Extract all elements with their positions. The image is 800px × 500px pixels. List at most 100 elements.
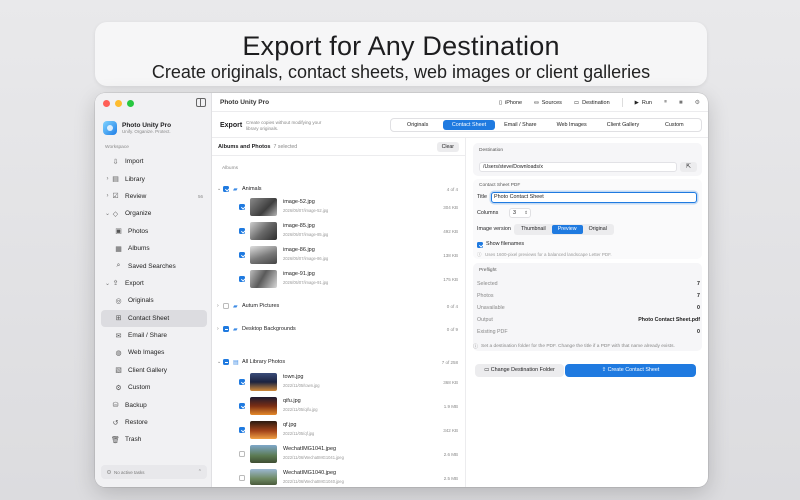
destination-button[interactable]: ▭ Destination [574, 100, 610, 106]
sidebar-item-export[interactable]: ⌄ ⇪ Export [101, 275, 207, 292]
tab-email-share[interactable]: Email / Share [495, 120, 546, 130]
sidebar-item-albums[interactable]: ▦ Albums [101, 240, 207, 257]
version-preview[interactable]: Preview [551, 225, 583, 234]
list-item[interactable]: qifu.jpg 2022/11/05/qifu.jpg 1.9 MB [212, 395, 466, 417]
file-name: image-85.jpg [283, 223, 315, 229]
photo-checkbox[interactable] [239, 228, 245, 234]
list-item[interactable]: town.jpg 2022/11/05/town.jpg 368 KB [212, 371, 466, 393]
tab-custom[interactable]: Custom [649, 120, 700, 130]
chevron-right-icon[interactable]: › [217, 303, 219, 309]
list-item[interactable]: qf.jpg 2022/11/05/qf.jpg 342 KB [212, 419, 466, 441]
originals-icon: ◎ [115, 297, 122, 305]
list-item[interactable]: image-85.jpg 2026/05/07/image-85.jpg 492… [212, 220, 466, 242]
tab-originals[interactable]: Originals [392, 120, 443, 130]
restore-icon: ↺ [112, 419, 119, 427]
album-checkbox[interactable] [223, 186, 229, 192]
iphone-button[interactable]: ▯ iPhone [499, 100, 522, 106]
sidebar-item-web-images[interactable]: ◍ Web Images [101, 344, 207, 361]
sidebar-item-contact-sheet[interactable]: ⊞ Contact Sheet [101, 309, 207, 327]
tab-web-images[interactable]: Web Images [546, 120, 597, 130]
album-checkbox[interactable] [223, 326, 229, 332]
folder-icon: ▭ [484, 367, 491, 373]
list-item[interactable]: image-91.jpg 2026/05/07/image-91.jpg 175… [212, 268, 466, 290]
gear-icon[interactable]: ⚙ [695, 99, 700, 106]
review-count: 56 [197, 193, 203, 199]
list-item[interactable]: image-86.jpg 2026/05/07/image-86.jpg 138… [212, 244, 466, 266]
selected-count: 7 selected [273, 143, 298, 150]
sidebar-item-backup[interactable]: ⛁ Backup [101, 396, 207, 413]
version-original[interactable]: Original [583, 225, 613, 234]
pause-icon[interactable]: ⏸ [664, 99, 667, 106]
mail-icon: ✉ [115, 332, 122, 340]
window-controls [103, 100, 134, 107]
backup-icon: ⛁ [112, 402, 119, 410]
album-row-animals[interactable]: ⌄ ▰ Animals 4 of 4 [212, 184, 466, 194]
clear-button[interactable]: Clear [436, 142, 459, 152]
change-destination-button[interactable]: ▭ Change Destination Folder [475, 364, 564, 377]
chevron-down-icon[interactable]: ⌄ [104, 280, 111, 287]
photo-thumbnail [250, 397, 277, 415]
list-item[interactable]: WechatIMG1041.jpeg 2022/11/06/WechatIMG1… [212, 443, 466, 465]
show-filenames-checkbox[interactable] [477, 242, 483, 248]
chevron-down-icon[interactable]: ⌄ [217, 359, 221, 365]
sidebar-item-organize[interactable]: ⌄ ◇ Organize [101, 205, 207, 222]
chevron-down-icon[interactable]: ⌄ [104, 210, 111, 217]
photo-checkbox[interactable] [239, 252, 245, 258]
promo-banner: Export for Any Destination Create origin… [95, 22, 707, 86]
album-row-desktop-backgrounds[interactable]: › ▰ Desktop Backgrounds 0 of 9 [212, 324, 466, 334]
page-description: Create copies without modifying your lib… [246, 120, 322, 131]
close-window-button[interactable] [103, 100, 110, 107]
destination-card: Destination /Users/steve/Downloads/x ⇱ [473, 143, 702, 176]
album-row-autum-pictures[interactable]: › ▰ Autum Pictures 0 of 4 [212, 301, 466, 311]
run-button[interactable]: ▶ Run [635, 100, 652, 106]
photo-checkbox[interactable] [239, 475, 245, 481]
minimize-window-button[interactable] [115, 100, 122, 107]
columns-stepper[interactable]: 3 ⇕ [509, 208, 531, 218]
file-name: town.jpg [283, 374, 304, 380]
zoom-window-button[interactable] [127, 100, 134, 107]
sidebar-item-client-gallery[interactable]: ▧ Client Gallery [101, 362, 207, 379]
list-item[interactable]: image-52.jpg 2026/05/07/image-52.jpg 304… [212, 196, 466, 218]
sidebar-item-restore[interactable]: ↺ Restore [101, 414, 207, 431]
sidebar-item-library[interactable]: › ▤ Library [101, 170, 207, 187]
sidebar-item-saved-searches[interactable]: ⌕ Saved Searches [101, 257, 207, 274]
tab-client-gallery[interactable]: Client Gallery [597, 120, 648, 130]
file-size: 368 KB [443, 380, 458, 385]
open-folder-button[interactable]: ⇱ [680, 162, 697, 172]
chevron-right-icon[interactable]: › [217, 326, 219, 332]
photo-checkbox[interactable] [239, 403, 245, 409]
chevron-updown-icon: ⇕ [524, 210, 528, 215]
sidebar-item-review[interactable]: › ☑ Review 56 [101, 188, 207, 205]
album-row-all-library-photos[interactable]: ⌄ ▤ All Library Photos 7 of 258 [212, 357, 466, 367]
photo-checkbox[interactable] [239, 204, 245, 210]
album-checkbox[interactable] [223, 303, 229, 309]
sidebar-item-import[interactable]: ⇩ Import [101, 153, 207, 170]
album-checkbox[interactable] [223, 359, 229, 365]
album-name: Desktop Backgrounds [242, 326, 296, 332]
stop-icon[interactable]: ■ [679, 100, 683, 106]
photo-checkbox[interactable] [239, 379, 245, 385]
chevron-up-icon[interactable]: ⌃ [198, 469, 202, 475]
chevron-down-icon[interactable]: ⌄ [217, 186, 221, 192]
destination-label: Destination [479, 148, 503, 153]
photo-checkbox[interactable] [239, 427, 245, 433]
photo-checkbox[interactable] [239, 276, 245, 282]
photo-thumbnail [250, 445, 277, 463]
sidebar-item-originals[interactable]: ◎ Originals [101, 292, 207, 309]
task-status[interactable]: No active tasks ⌃ [101, 465, 207, 479]
tab-contact-sheet[interactable]: Contact Sheet [443, 120, 495, 130]
list-item[interactable]: WechatIMG1040.jpeg 2022/11/06/WechatIMG1… [212, 467, 466, 487]
chevron-right-icon[interactable]: › [104, 176, 111, 182]
photo-checkbox[interactable] [239, 451, 245, 457]
sidebar-item-custom[interactable]: ⚙ Custom [101, 379, 207, 396]
title-input[interactable]: Photo Contact Sheet [491, 192, 697, 203]
chevron-right-icon[interactable]: › [104, 193, 111, 199]
destination-path-field[interactable]: /Users/steve/Downloads/x [479, 162, 677, 172]
sidebar-item-trash[interactable]: 🗑 Trash [101, 431, 207, 448]
version-thumbnail[interactable]: Thumbnail [515, 225, 552, 234]
sources-button[interactable]: ⛀ Sources [534, 100, 562, 106]
sidebar-item-email-share[interactable]: ✉ Email / Share [101, 327, 207, 344]
sidebar-toggle-icon[interactable] [196, 98, 206, 107]
create-contact-sheet-button[interactable]: ⇪ Create Contact Sheet [565, 364, 696, 377]
sidebar-item-photos[interactable]: ▣ Photos [101, 223, 207, 240]
